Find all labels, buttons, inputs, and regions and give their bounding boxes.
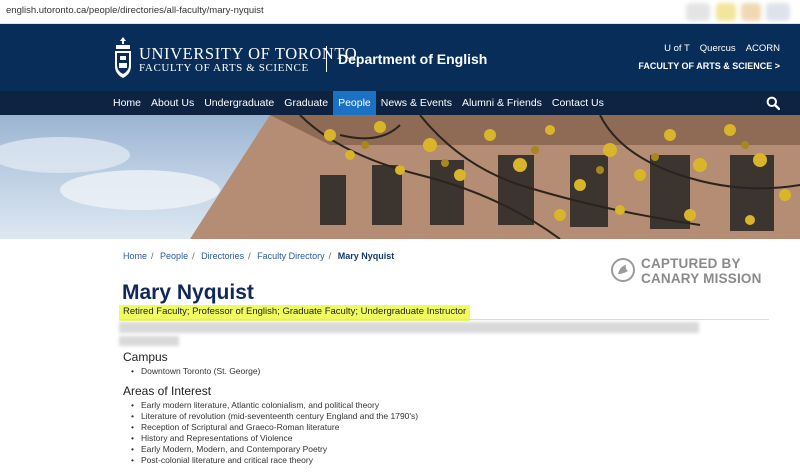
breadcrumb-link-directories[interactable]: Directories: [201, 251, 244, 261]
browser-address-bar[interactable]: english.utoronto.ca/people/directories/a…: [0, 0, 800, 24]
faculty-arts-science-link[interactable]: FACULTY OF ARTS & SCIENCE >: [638, 61, 780, 71]
nav-item-graduate[interactable]: Graduate: [279, 91, 333, 115]
title-divider: [119, 319, 769, 320]
hero-banner-image: [0, 115, 800, 239]
breadcrumb-separator: /: [328, 251, 332, 261]
university-crest-icon[interactable]: [113, 36, 133, 80]
nav-item-news-events[interactable]: News & Events: [376, 91, 457, 115]
breadcrumb: Home / People / Directories / Faculty Direc…: [123, 251, 394, 261]
canary-mission-watermark: CAPTURED BY CANARY MISSION: [611, 256, 771, 288]
utility-links: U of T Quercus ACORN: [664, 43, 780, 54]
areas-of-interest-heading: Areas of Interest: [123, 384, 212, 398]
university-name[interactable]: UNIVERSITY OF TORONTO: [139, 44, 357, 64]
breadcrumb-link-faculty-directory[interactable]: Faculty Directory: [257, 251, 325, 261]
banner-photo: [0, 115, 800, 239]
breadcrumb-current: Mary Nyquist: [337, 251, 395, 261]
blurred-extension-icons: [741, 3, 761, 21]
list-item: Early modern literature, Atlantic coloni…: [131, 400, 418, 411]
areas-of-interest-list: Early modern literature, Atlantic coloni…: [131, 400, 418, 466]
faculty-name[interactable]: FACULTY OF ARTS & SCIENCE: [139, 62, 309, 74]
utility-link-acorn[interactable]: ACORN: [746, 43, 780, 54]
list-item: Reception of Scriptural and Graeco-Roman…: [131, 422, 418, 433]
blurred-extension-icons: [766, 3, 790, 21]
redacted-contact-info: [119, 322, 699, 333]
blurred-extension-icons: [686, 3, 710, 21]
breadcrumb-separator: /: [192, 251, 195, 261]
main-navigation: Home About Us Undergraduate Graduate Peo…: [0, 91, 800, 115]
nav-item-home[interactable]: Home: [108, 91, 146, 115]
nav-item-undergraduate[interactable]: Undergraduate: [199, 91, 279, 115]
canary-mission-logo-icon: [611, 258, 635, 282]
nav-item-alumni-friends[interactable]: Alumni & Friends: [457, 91, 547, 115]
breadcrumb-separator: /: [151, 251, 154, 261]
header-divider: [326, 46, 327, 72]
utility-link-quercus[interactable]: Quercus: [700, 43, 736, 54]
nav-item-people[interactable]: People: [333, 91, 376, 115]
nav-item-contact-us[interactable]: Contact Us: [547, 91, 609, 115]
breadcrumb-separator: /: [248, 251, 251, 261]
watermark-line-2: CANARY MISSION: [641, 271, 762, 286]
campus-heading: Campus: [123, 350, 168, 364]
canary-bird-icon: [618, 265, 628, 274]
blurred-extension-icons: [716, 3, 736, 21]
list-item: Literature of revolution (mid-seventeent…: [131, 411, 418, 422]
department-name[interactable]: Department of English: [338, 51, 487, 67]
utility-link-uoft[interactable]: U of T: [664, 43, 690, 54]
search-icon[interactable]: [766, 96, 780, 110]
campus-list: Downtown Toronto (St. George): [131, 366, 260, 377]
redacted-contact-info: [119, 336, 179, 346]
url-text[interactable]: english.utoronto.ca/people/directories/a…: [6, 5, 264, 16]
site-header: UNIVERSITY OF TORONTO FACULTY OF ARTS & …: [0, 24, 800, 91]
page-title: Mary Nyquist: [122, 281, 254, 304]
list-item: Downtown Toronto (St. George): [131, 366, 260, 377]
list-item: Post-colonial literature and critical ra…: [131, 455, 418, 466]
watermark-line-1: CAPTURED BY: [641, 256, 741, 271]
breadcrumb-link-home[interactable]: Home: [123, 251, 147, 261]
list-item: Early Modern, Modern, and Contemporary P…: [131, 444, 418, 455]
list-item: History and Representations of Violence: [131, 433, 418, 444]
breadcrumb-link-people[interactable]: People: [160, 251, 188, 261]
nav-item-about-us[interactable]: About Us: [146, 91, 199, 115]
